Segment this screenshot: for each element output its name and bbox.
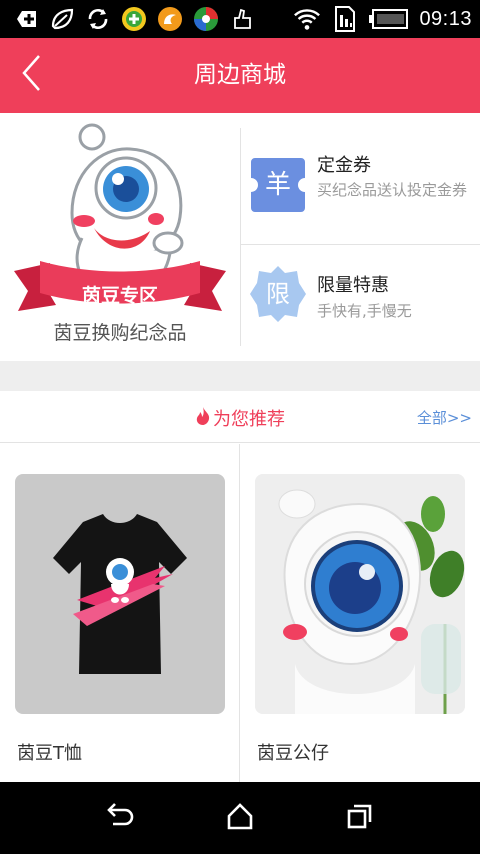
promo-section: 茵豆专区 茵豆换购纪念品 羊 定金券 买纪念品送认投定金券 限 限量特惠 手快有… xyxy=(0,113,480,361)
nav-home-button[interactable] xyxy=(220,800,260,836)
recent-apps-icon xyxy=(345,802,375,834)
sync-icon xyxy=(84,5,112,33)
plush-image xyxy=(255,474,465,714)
divider xyxy=(239,444,240,782)
coupon-title: 定金券 xyxy=(317,155,371,176)
promo-caption: 茵豆换购纪念品 xyxy=(53,322,187,344)
system-icons: 09:13 xyxy=(293,4,472,34)
system-nav-bar xyxy=(0,782,480,854)
coupon-subtitle: 买纪念品送认投定金券 xyxy=(317,181,468,199)
product-card-tshirt[interactable]: 茵豆T恤 xyxy=(15,474,225,774)
mascot-banner-label: 茵豆专区 xyxy=(81,285,158,307)
clock: 09:13 xyxy=(419,7,472,30)
nav-back-button[interactable] xyxy=(100,800,140,836)
battery-icon xyxy=(369,5,409,33)
add-box-icon xyxy=(12,5,40,33)
product-card-plush[interactable]: 茵豆公仔 xyxy=(255,474,465,774)
coupon-icon: 羊 xyxy=(249,156,307,214)
recommend-title: 为您推荐 xyxy=(0,405,480,431)
recommend-title-text: 为您推荐 xyxy=(213,409,285,430)
home-icon xyxy=(225,802,255,834)
limited-offer-item[interactable]: 限 限量特惠 手快有,手慢无 xyxy=(241,245,480,361)
tshirt-image xyxy=(15,474,225,714)
back-arrow-icon xyxy=(105,802,135,834)
back-button[interactable] xyxy=(6,50,56,100)
app-header: 周边商城 xyxy=(0,38,480,113)
recommend-header: 为您推荐 全部>> xyxy=(0,391,480,443)
view-all-link[interactable]: 全部>> xyxy=(417,407,472,428)
uc-squirrel-icon xyxy=(156,5,184,33)
status-bar: 09:13 xyxy=(0,0,480,38)
nav-recent-apps-button[interactable] xyxy=(340,800,380,836)
chevron-left-icon xyxy=(19,53,43,97)
pointing-hand-icon xyxy=(228,5,256,33)
section-gap xyxy=(0,361,480,391)
product-name: 茵豆公仔 xyxy=(257,743,329,764)
mascot-zone-card[interactable]: 茵豆专区 茵豆换购纪念品 xyxy=(0,113,240,361)
limited-offer-title: 限量特惠 xyxy=(317,275,389,296)
product-grid: 茵豆T恤 茵豆公仔 xyxy=(0,444,480,782)
product-name: 茵豆T恤 xyxy=(17,743,82,764)
leaf-icon xyxy=(48,5,76,33)
flame-icon xyxy=(195,406,211,431)
limited-badge-icon: 限 xyxy=(249,265,307,323)
page-title: 周边商城 xyxy=(194,62,286,88)
wifi-icon xyxy=(293,5,321,33)
notification-icons xyxy=(12,4,256,34)
deposit-coupon-item[interactable]: 羊 定金券 买纪念品送认投定金券 xyxy=(241,128,480,244)
sim-storage-icon xyxy=(331,5,359,33)
plus-circle-app-icon xyxy=(120,5,148,33)
limited-offer-subtitle: 手快有,手慢无 xyxy=(317,302,412,320)
ball-app-icon xyxy=(192,5,220,33)
